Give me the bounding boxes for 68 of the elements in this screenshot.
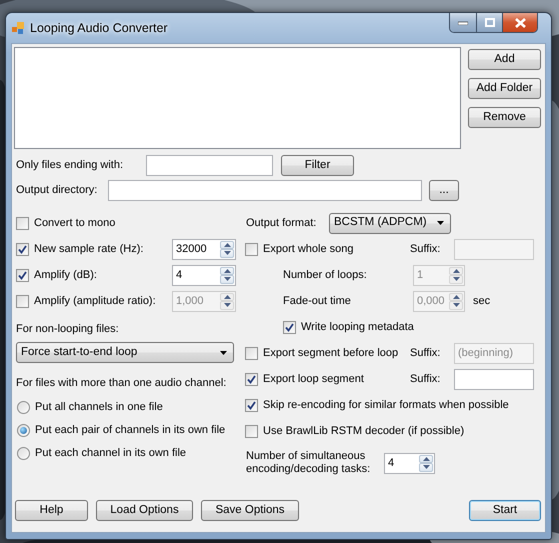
file-list[interactable]	[14, 47, 461, 149]
button[interactable]: Start	[469, 500, 541, 521]
field-label: Output directory:	[15, 183, 98, 198]
option-label: Export segment before loop	[263, 346, 398, 361]
input-field[interactable]	[108, 180, 422, 201]
button[interactable]: Remove	[468, 107, 541, 128]
section-label: For files with more than one audio channel:	[16, 376, 226, 391]
field-label: Suffix:	[410, 372, 442, 387]
field-label: Suffix:	[410, 346, 442, 361]
radio-button[interactable]	[17, 447, 30, 460]
maximize-button[interactable]	[477, 13, 503, 32]
maximize-icon	[484, 18, 494, 27]
unit-label: sec	[473, 294, 490, 309]
option-label: Put all channels in one file	[35, 400, 163, 416]
checkbox[interactable]	[283, 320, 296, 334]
window-title: Looping Audio Converter	[30, 20, 168, 37]
field-label: Fade-out time	[283, 294, 352, 309]
option-label: Skip re-encoding for similar formats when possible	[263, 398, 509, 413]
close-button[interactable]	[503, 13, 537, 32]
option-label: Export loop segment	[263, 372, 364, 387]
option-label: Amplify (dB):	[34, 268, 98, 283]
dropdown[interactable]: Force start-to-end loop	[16, 342, 234, 363]
minimize-icon	[458, 20, 468, 24]
input-field[interactable]	[454, 368, 534, 390]
checkmark-icon	[285, 322, 294, 332]
button[interactable]: Filter	[281, 155, 354, 176]
button[interactable]: Help	[15, 500, 88, 521]
checkmark-icon	[18, 270, 27, 280]
option-label: Export whole song	[263, 242, 354, 257]
option-label: Use BrawlLib RSTM decoder (if possible)	[263, 424, 464, 439]
field-label: Only files ending with:	[15, 158, 124, 174]
checkmark-icon	[247, 374, 256, 384]
field-label: Number of loops:	[283, 268, 368, 283]
radio-button[interactable]	[17, 424, 30, 437]
minimize-button[interactable]	[450, 13, 477, 32]
button[interactable]: Add Folder	[468, 78, 541, 99]
checkbox[interactable]	[16, 268, 29, 282]
checkbox[interactable]	[245, 424, 258, 438]
input-field[interactable]	[146, 155, 273, 176]
section-label: For non-looping files:	[16, 322, 119, 337]
close-icon	[514, 18, 526, 28]
dropdown[interactable]: BCSTM (ADPCM)	[329, 212, 451, 234]
checkbox[interactable]	[245, 346, 258, 360]
caret-icon	[220, 350, 227, 354]
checkbox[interactable]	[245, 372, 258, 386]
field-label: Output format:	[246, 216, 318, 231]
caret-icon	[437, 221, 444, 225]
field-label: Suffix:	[410, 242, 442, 257]
option-label: Put each channel in its own file	[35, 446, 186, 462]
checkmark-icon	[247, 400, 256, 410]
button[interactable]: Save Options	[201, 500, 299, 521]
option-label: Put each pair of channels in its own file	[35, 423, 226, 438]
button[interactable]: Load Options	[96, 500, 193, 521]
option-label: New sample rate (Hz):	[34, 242, 144, 257]
field-label: Number of simultaneous encoding/decoding tasks:	[246, 450, 372, 476]
checkbox[interactable]	[245, 398, 258, 412]
checkbox[interactable]	[16, 242, 29, 256]
option-label: Convert to mono	[34, 216, 116, 231]
option-label: Write looping metadata	[301, 320, 414, 335]
checkbox[interactable]	[245, 242, 258, 256]
option-label: Amplify (amplitude ratio):	[34, 294, 157, 309]
checkmark-icon	[18, 244, 27, 254]
checkbox[interactable]	[16, 216, 29, 230]
app-icon	[12, 22, 24, 34]
button[interactable]: ...	[429, 180, 459, 201]
button[interactable]: Add	[468, 49, 541, 70]
checkbox[interactable]	[16, 294, 29, 308]
radio-button[interactable]	[17, 401, 30, 414]
